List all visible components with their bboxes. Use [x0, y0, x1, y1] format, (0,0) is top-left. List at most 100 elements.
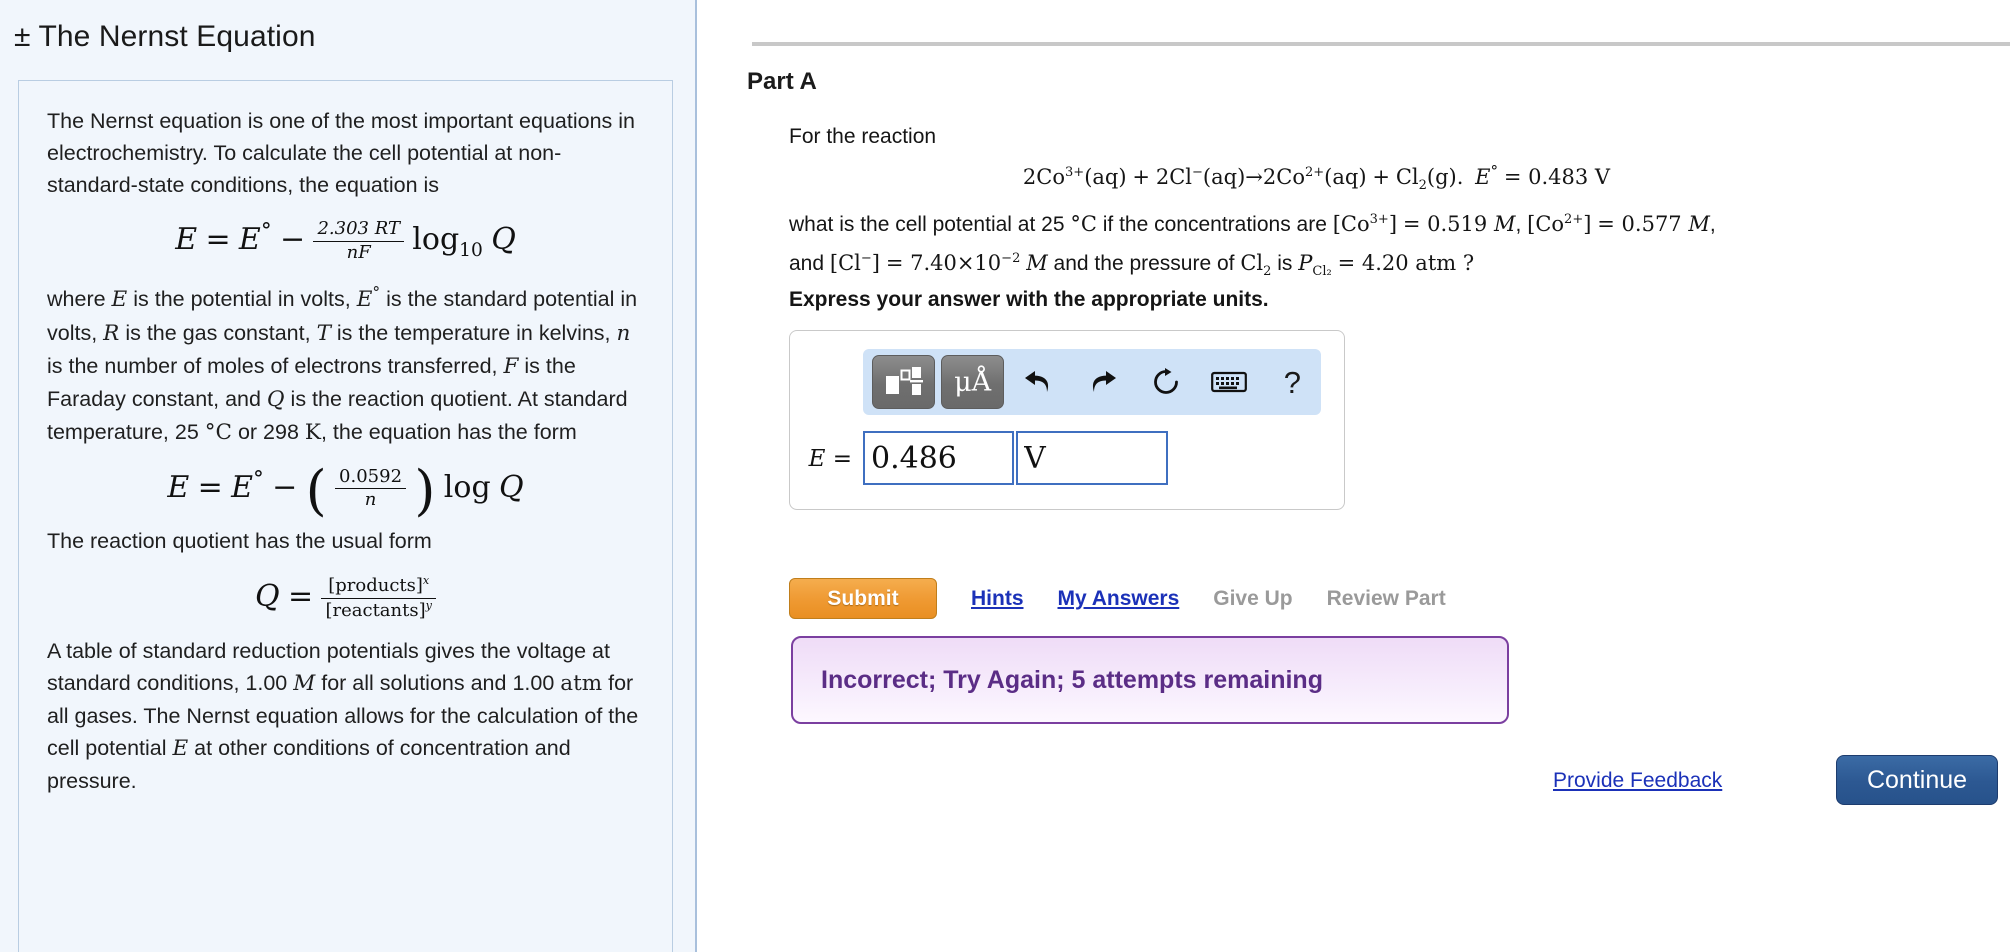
- intro-paragraph-3: The reaction quotient has the usual form: [47, 528, 432, 553]
- conc1-value: = 0.519: [1402, 212, 1494, 237]
- equation-nernst-25c: E = E° − ( 0.0592 n ) log Q: [47, 464, 644, 518]
- rxn-species-4: Cl: [1395, 165, 1419, 189]
- answer-label: E =: [790, 445, 863, 472]
- hints-link[interactable]: Hints: [971, 587, 1024, 611]
- p2-var-E: E: [111, 287, 128, 313]
- eq1-q: Q: [491, 222, 516, 258]
- math-template-button[interactable]: [872, 355, 936, 409]
- provide-feedback-link[interactable]: Provide Feedback: [1553, 769, 1722, 793]
- reaction-equation: 2Co3+(aq) + 2Cl−(aq)→2Co2+(aq) + Cl2(g).…: [789, 154, 2014, 203]
- conc3-value: = 7.40×10: [885, 251, 1002, 276]
- eq2-minus: −: [272, 469, 298, 505]
- rxn-arrow: →: [1245, 165, 1263, 189]
- q2-degc: °C: [1070, 212, 1097, 237]
- eq1-minus: −: [279, 222, 306, 258]
- question-line-3: and [Cl−] = 7.40×10−2 M and the pressure…: [789, 242, 2014, 289]
- rxn-coeff-1: 2: [1022, 165, 1037, 189]
- rxn-estd-value: = 0.483 V: [1503, 165, 1611, 189]
- micro-angstrom-icon: μÅ: [954, 366, 992, 398]
- rxn-period: .: [1456, 165, 1464, 189]
- q2-a: what is the cell potential at 25: [789, 213, 1071, 237]
- rxn-estd-symbol: E: [1475, 165, 1491, 189]
- units-button[interactable]: μÅ: [941, 355, 1005, 409]
- p4-unit-atm: atm: [560, 671, 603, 697]
- q2-comma1: ,: [1515, 213, 1528, 237]
- answer-value-input[interactable]: [863, 431, 1014, 485]
- eq2-q: Q: [499, 469, 524, 505]
- p2-deg-c: °C: [204, 419, 232, 445]
- p2-a: where: [47, 287, 112, 312]
- pressure-symbol: P: [1298, 251, 1313, 276]
- math-template-icon: [884, 364, 924, 401]
- p4-unit-M: M: [293, 671, 316, 697]
- cl2-symbol: Cl: [1240, 251, 1264, 276]
- my-answers-link[interactable]: My Answers: [1058, 587, 1180, 611]
- eq3-denominator: [reactants]y: [321, 599, 435, 622]
- question-line-2: what is the cell potential at 25 °C if t…: [789, 203, 2014, 242]
- part-heading: Part A: [747, 68, 817, 95]
- keyboard-button[interactable]: [1200, 360, 1257, 404]
- conc3-exponent: −2: [1001, 251, 1021, 267]
- conc3-close: ]: [871, 251, 880, 276]
- equation-nernst-general: E = E° − 2.303 RT nF log10 Q: [47, 218, 644, 263]
- q3-b: and the pressure of: [1047, 252, 1241, 276]
- pressure-value: = 4.20 atm ?: [1337, 251, 1475, 276]
- rxn-state-1: (aq): [1084, 165, 1127, 189]
- p2-unit-K: K: [304, 419, 321, 445]
- rxn-coeff-2: 2: [1155, 165, 1170, 189]
- math-toolbar: μÅ ?: [863, 349, 1321, 415]
- p4-b: for all solutions and 1.00: [315, 671, 561, 696]
- rxn-plus-2: +: [1372, 165, 1390, 189]
- conc1-close: ]: [1388, 212, 1398, 237]
- feedback-message: Incorrect; Try Again; 5 attempts remaini…: [821, 665, 1323, 694]
- conc1-open: [Co: [1332, 212, 1370, 237]
- submit-button[interactable]: Submit: [789, 578, 937, 619]
- p2-var-F: F: [503, 353, 519, 379]
- eq3-numerator: [products]x: [321, 573, 436, 599]
- conc2-unit: M: [1688, 212, 1710, 237]
- equation-reaction-quotient: Q = [products]x [reactants]y: [47, 573, 644, 622]
- eq3-q: Q: [255, 579, 280, 615]
- rxn-subscript-4: 2: [1418, 178, 1427, 194]
- p2-var-T: T: [316, 320, 331, 346]
- eq3-equals: =: [288, 579, 314, 615]
- eq3-num-exponent: x: [422, 573, 430, 587]
- answer-label-text: E =: [808, 445, 852, 472]
- help-button[interactable]: ?: [1264, 360, 1321, 404]
- p2-var-n: n: [616, 320, 631, 346]
- undo-button[interactable]: [1010, 360, 1067, 404]
- p2-var-R: R: [103, 320, 120, 346]
- reset-button[interactable]: [1137, 360, 1194, 404]
- eq3-den-exponent: y: [425, 598, 432, 612]
- question-lead: For the reaction: [789, 125, 937, 148]
- rxn-state-3: (aq): [1324, 165, 1367, 189]
- page-root: ± The Nernst Equation The Nernst equatio…: [0, 0, 2014, 952]
- answer-unit-input[interactable]: [1016, 431, 1168, 485]
- conc1-charge: 3+: [1369, 212, 1389, 228]
- rxn-charge-2: −: [1192, 165, 1203, 180]
- q3-a: and: [789, 252, 830, 276]
- redo-button[interactable]: [1074, 360, 1131, 404]
- answer-row: E =: [790, 431, 1344, 485]
- section-divider: [752, 42, 2010, 46]
- eq2-degree: °: [253, 466, 264, 492]
- conc2-value: = 0.577: [1597, 212, 1689, 237]
- p2-var-Q: Q: [266, 386, 285, 412]
- rxn-species-3: Co: [1276, 165, 1305, 189]
- p2-b: is the potential in volts,: [127, 287, 357, 312]
- answer-actions: Submit Hints My Answers Give Up Review P…: [789, 578, 1446, 619]
- continue-button[interactable]: Continue: [1836, 755, 1998, 805]
- redo-icon: [1085, 367, 1119, 397]
- conc2-close: ]: [1583, 212, 1592, 237]
- eq2-frac-numerator: 0.0592: [335, 466, 407, 490]
- rxn-plus-1: +: [1132, 165, 1150, 189]
- eq1-log-base: 10: [459, 240, 483, 262]
- conc2-charge: 2+: [1564, 212, 1584, 228]
- conc1-unit: M: [1493, 212, 1516, 237]
- rxn-state-4: (g): [1426, 165, 1457, 189]
- page-title: ± The Nernst Equation: [14, 20, 316, 53]
- q2-b: if the concentrations are: [1096, 213, 1333, 237]
- eq3-den-text: [reactants]: [325, 599, 426, 621]
- conc3-unit: M: [1026, 251, 1048, 276]
- eq3-num-text: [products]: [328, 574, 423, 596]
